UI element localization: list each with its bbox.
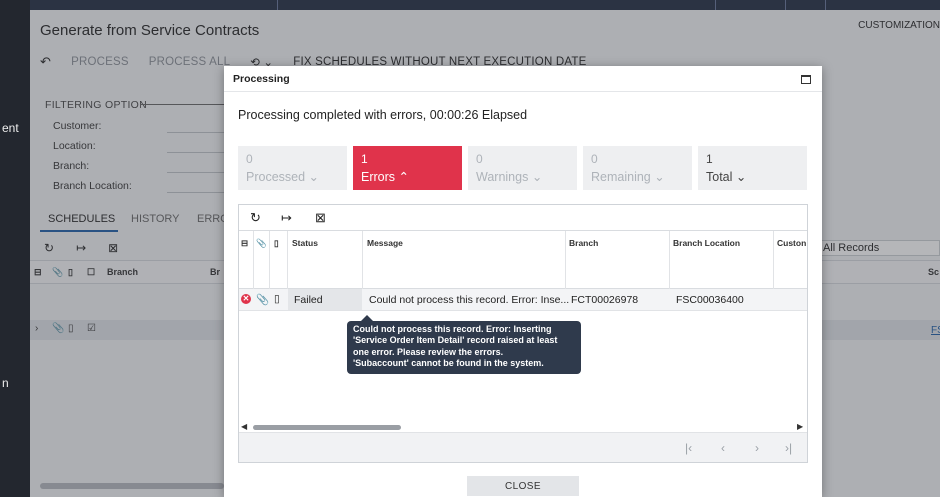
fit-columns-icon[interactable]: ↦ — [281, 210, 292, 226]
stat-label: Errors ⌃ — [361, 170, 409, 184]
stat-count: 1 — [361, 152, 368, 166]
row-message[interactable]: Could not process this record. Error: In… — [369, 294, 569, 306]
sidebar-fragment[interactable]: ent — [2, 121, 19, 135]
error-tooltip: Could not process this record. Error: In… — [347, 315, 581, 374]
tooltip-line: 'Service Order Item Detail' record raise… — [353, 335, 558, 346]
column-separator — [253, 231, 254, 289]
grid-pager: |‹ ‹ › ›| — [239, 432, 807, 462]
column-header-branch-location[interactable]: Branch Location — [673, 238, 740, 248]
stat-label: Remaining ⌄ — [591, 170, 665, 184]
nav-separator — [277, 0, 278, 10]
column-header-customer[interactable]: Custon — [777, 238, 806, 248]
stat-count: 0 — [591, 152, 598, 166]
nav-separator — [785, 0, 786, 10]
row-selector-icon: ⊟ — [241, 238, 249, 248]
app-sidebar: ent n — [0, 0, 30, 497]
row-branch-location[interactable]: FSC00036400 — [676, 294, 744, 306]
stat-remaining[interactable]: 0 Remaining ⌄ — [583, 146, 692, 190]
chevron-down-icon: ⌄ — [735, 170, 747, 184]
refresh-icon[interactable]: ↻ — [250, 210, 261, 226]
processing-dialog: Processing Processing completed with err… — [224, 66, 822, 497]
maximize-icon[interactable] — [801, 75, 811, 84]
stat-count: 0 — [246, 152, 253, 166]
stat-total[interactable]: 1 Total ⌄ — [698, 146, 807, 190]
note-icon: ▯ — [274, 238, 279, 248]
row-status: Failed — [294, 294, 323, 306]
row-branch[interactable]: FCT00026978 — [571, 294, 638, 306]
processing-status-text: Processing completed with errors, 00:00:… — [238, 108, 528, 122]
tooltip-line: one error. Please review the errors. — [353, 346, 504, 357]
chevron-down-icon: ⌄ — [308, 170, 320, 184]
close-button[interactable]: CLOSE — [467, 476, 579, 496]
column-header-status[interactable]: Status — [292, 238, 318, 248]
tooltip-line: 'Subaccount' cannot be found in the syst… — [353, 358, 544, 369]
chevron-up-icon: ⌃ — [398, 170, 409, 184]
stat-errors[interactable]: 1 Errors ⌃ — [353, 146, 462, 190]
stat-count: 1 — [706, 152, 713, 166]
chevron-down-icon: ⌄ — [654, 170, 665, 184]
stat-count: 0 — [476, 152, 483, 166]
column-separator — [362, 231, 363, 289]
error-icon: ✕ — [241, 294, 251, 304]
grid-toolbar: ↻ ↦ ⊠ — [239, 205, 807, 231]
dialog-header: Processing — [224, 66, 822, 92]
column-header-branch[interactable]: Branch — [569, 238, 598, 248]
table-row[interactable]: ✕ 📎 ▯ Failed Could not process this reco… — [239, 289, 807, 311]
tooltip-line: Could not process this record. Error: In… — [353, 324, 552, 334]
export-excel-icon[interactable]: ⊠ — [315, 210, 326, 226]
stat-label: Processed ⌄ — [246, 170, 320, 184]
scroll-left-icon[interactable]: ◀ — [241, 422, 247, 431]
previous-page-icon[interactable]: ‹ — [721, 441, 725, 455]
column-separator — [773, 231, 774, 289]
stat-label: Warnings ⌄ — [476, 170, 543, 184]
column-separator — [269, 231, 270, 289]
column-separator — [287, 231, 288, 289]
stat-warnings[interactable]: 0 Warnings ⌄ — [468, 146, 577, 190]
next-page-icon[interactable]: › — [755, 441, 759, 455]
nav-separator — [825, 0, 826, 10]
column-separator — [565, 231, 566, 289]
nav-separator — [715, 0, 716, 10]
sidebar-fragment[interactable]: n — [2, 376, 9, 390]
first-page-icon[interactable]: |‹ — [685, 441, 692, 455]
top-navigation-bar — [30, 0, 940, 10]
grid-header: ⊟ 📎 ▯ Status Message Branch Branch Locat… — [239, 231, 807, 289]
attachment-icon: 📎 — [256, 238, 267, 248]
scroll-right-icon[interactable]: ▶ — [797, 422, 803, 431]
column-separator — [669, 231, 670, 289]
chevron-down-icon: ⌄ — [531, 170, 543, 184]
dialog-title: Processing — [233, 73, 290, 85]
stat-processed[interactable]: 0 Processed ⌄ — [238, 146, 347, 190]
last-page-icon[interactable]: ›| — [785, 441, 792, 455]
stat-label: Total ⌄ — [706, 170, 747, 184]
note-icon[interactable]: ▯ — [274, 293, 280, 305]
attachment-icon[interactable]: 📎 — [256, 293, 269, 306]
horizontal-scrollbar-thumb[interactable] — [253, 425, 401, 430]
column-header-message[interactable]: Message — [367, 238, 403, 248]
